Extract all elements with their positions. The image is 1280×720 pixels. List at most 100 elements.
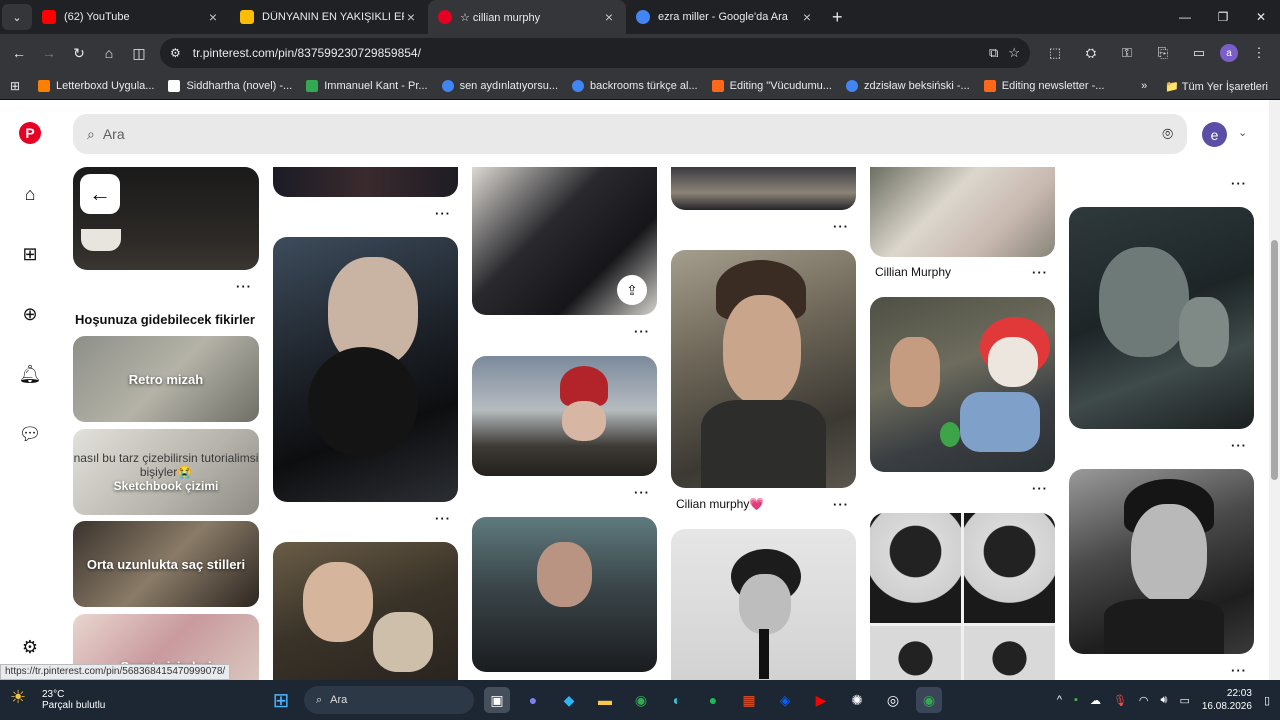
restore-icon[interactable]: ❐: [1204, 0, 1242, 34]
bookmark-item[interactable]: sen aydınlatıyorsu...: [441, 79, 558, 92]
more-options-icon[interactable]: ···: [1032, 481, 1048, 496]
dropbox-icon[interactable]: ◈: [772, 687, 798, 713]
more-options-icon[interactable]: ···: [236, 279, 252, 294]
pinterest-logo-icon[interactable]: P: [19, 122, 41, 144]
pin-image[interactable]: [273, 237, 458, 502]
translate-icon[interactable]: ⎘: [1148, 38, 1178, 68]
notification-icon[interactable]: ▯: [1264, 694, 1270, 707]
file-explorer-icon[interactable]: ▬: [592, 687, 618, 713]
pin-image[interactable]: [472, 517, 657, 672]
bookmark-item[interactable]: Editing newsletter -...: [983, 79, 1104, 92]
messages-icon[interactable]: 💬︎: [18, 422, 42, 446]
scrollbar-thumb[interactable]: [1271, 240, 1278, 480]
idea-card-retro-mizah[interactable]: Retro mizah: [73, 336, 259, 422]
store-icon[interactable]: ▦: [736, 687, 762, 713]
bookmark-item[interactable]: Letterboxd Uygula...: [38, 79, 154, 92]
user-avatar[interactable]: e: [1202, 122, 1227, 147]
pin-image[interactable]: [1069, 207, 1254, 429]
more-options-icon[interactable]: ···: [435, 511, 451, 526]
key-icon[interactable]: ⚿: [1112, 38, 1142, 68]
extensions-icon[interactable]: ⬚: [1040, 38, 1070, 68]
share-upload-icon[interactable]: ⇪: [617, 275, 647, 305]
windows-start-icon[interactable]: ⊞: [268, 687, 294, 713]
site-info-icon[interactable]: ⚙: [170, 46, 181, 60]
home-icon[interactable]: ⌂: [94, 38, 124, 68]
more-options-icon[interactable]: ···: [833, 497, 849, 512]
explore-icon[interactable]: ⊞: [18, 242, 42, 266]
incognito-icon[interactable]: ⛭: [1076, 38, 1106, 68]
minimize-icon[interactable]: —: [1166, 0, 1204, 34]
volume-icon[interactable]: 🔊︎: [1161, 694, 1168, 707]
idea-card-sketchbook[interactable]: nasıl bu tarz çizebilirsin tutorialimsi …: [73, 429, 259, 515]
tab-google[interactable]: ezra miller - Google'da Ara ×: [626, 0, 824, 34]
pin-image[interactable]: [870, 167, 1055, 257]
apps-grid-icon[interactable]: ⊞: [10, 79, 24, 93]
more-options-icon[interactable]: ···: [634, 324, 650, 339]
close-window-icon[interactable]: ✕: [1242, 0, 1280, 34]
pin-image[interactable]: [273, 542, 458, 680]
pin-image[interactable]: [671, 250, 856, 488]
more-options-icon[interactable]: ···: [1231, 438, 1247, 453]
close-tab-icon[interactable]: ×: [800, 9, 814, 25]
tab-youtube[interactable]: (62) YouTube ×: [32, 0, 230, 34]
notifications-bell-icon[interactable]: 🔔︎: [18, 362, 42, 386]
pin-image[interactable]: [273, 167, 458, 197]
bookmark-item[interactable]: Editing "Vücudumu...: [711, 79, 832, 92]
close-tab-icon[interactable]: ×: [404, 9, 418, 25]
more-options-icon[interactable]: ···: [833, 219, 849, 234]
bookmark-star-icon[interactable]: ☆: [1008, 45, 1020, 61]
profile-avatar[interactable]: a: [1220, 44, 1238, 62]
idea-card-hair-styles[interactable]: Orta uzunlukta saç stilleri: [73, 521, 259, 607]
account-chevron-down-icon[interactable]: ⌄: [1238, 126, 1247, 139]
task-view-icon[interactable]: ▣: [484, 687, 510, 713]
nvidia-icon[interactable]: ▪: [1074, 694, 1078, 706]
edge-icon[interactable]: ◐: [664, 687, 690, 713]
all-bookmarks-folder[interactable]: 📁 Tüm Yer İşaretleri: [1165, 80, 1268, 93]
taskbar-search[interactable]: ⌕ Ara: [304, 686, 474, 714]
more-bookmarks-icon[interactable]: »: [1141, 80, 1147, 92]
pin-image[interactable]: [671, 529, 856, 680]
pin-image[interactable]: [870, 513, 1055, 680]
tab-search-chevron-icon[interactable]: ⌄: [2, 4, 32, 30]
pin-caption[interactable]: Cillian Murphy: [875, 265, 951, 279]
clock[interactable]: 22:03 16.08.2026: [1202, 687, 1252, 713]
more-options-icon[interactable]: ···: [1032, 265, 1048, 280]
back-arrow-button[interactable]: ←: [80, 174, 120, 214]
more-options-icon[interactable]: ···: [1231, 176, 1247, 191]
tab-drive[interactable]: DÜNYANIN EN YAKIŞIKLI ERKE ×: [230, 0, 428, 34]
tray-chevron-up-icon[interactable]: ^: [1057, 694, 1062, 706]
reading-list-icon[interactable]: ▭: [1184, 38, 1214, 68]
discord-icon[interactable]: ◎: [880, 687, 906, 713]
spotify-icon[interactable]: ●: [700, 687, 726, 713]
pin-image[interactable]: [472, 356, 657, 476]
tab-pinterest[interactable]: ☆ cillian murphy ×: [428, 0, 626, 34]
microphone-icon[interactable]: 🎙︎: [1113, 694, 1127, 707]
create-icon[interactable]: ⊕: [18, 302, 42, 326]
close-tab-icon[interactable]: ×: [206, 9, 220, 25]
new-tab-icon[interactable]: +: [832, 7, 854, 28]
reload-icon[interactable]: ↻: [64, 38, 94, 68]
youtube-app-icon[interactable]: ▶: [808, 687, 834, 713]
chrome-active-icon[interactable]: ◉: [916, 687, 942, 713]
visual-search-camera-icon[interactable]: ⌾: [1162, 124, 1173, 145]
battery-icon[interactable]: ▭: [1179, 694, 1189, 707]
chatgpt-icon[interactable]: ✺: [844, 687, 870, 713]
bookmark-item[interactable]: backrooms türkçe al...: [572, 79, 698, 92]
wifi-icon[interactable]: ◠: [1139, 694, 1149, 707]
teams-icon[interactable]: ●: [520, 687, 546, 713]
pin-image[interactable]: [1069, 469, 1254, 654]
address-bar[interactable]: ⚙ tr.pinterest.com/pin/83759923072985985…: [160, 38, 1030, 68]
back-icon[interactable]: ←: [4, 38, 34, 68]
more-options-icon[interactable]: ···: [435, 206, 451, 221]
weather-widget[interactable]: ☀ 23°C Parçalı bulutlu: [10, 687, 170, 713]
bookmark-item[interactable]: Siddhartha (novel) -...: [168, 79, 292, 92]
chrome-icon[interactable]: ◉: [628, 687, 654, 713]
home-icon[interactable]: ⌂: [18, 182, 42, 206]
more-options-icon[interactable]: ···: [1231, 663, 1247, 678]
pin-image[interactable]: [671, 167, 856, 210]
onedrive-icon[interactable]: ☁: [1090, 694, 1101, 707]
copilot-icon[interactable]: ◆: [556, 687, 582, 713]
settings-gear-icon[interactable]: ⚙: [18, 635, 42, 659]
pin-caption[interactable]: Cilian murphy💗: [676, 497, 764, 511]
more-options-icon[interactable]: ···: [634, 485, 650, 500]
